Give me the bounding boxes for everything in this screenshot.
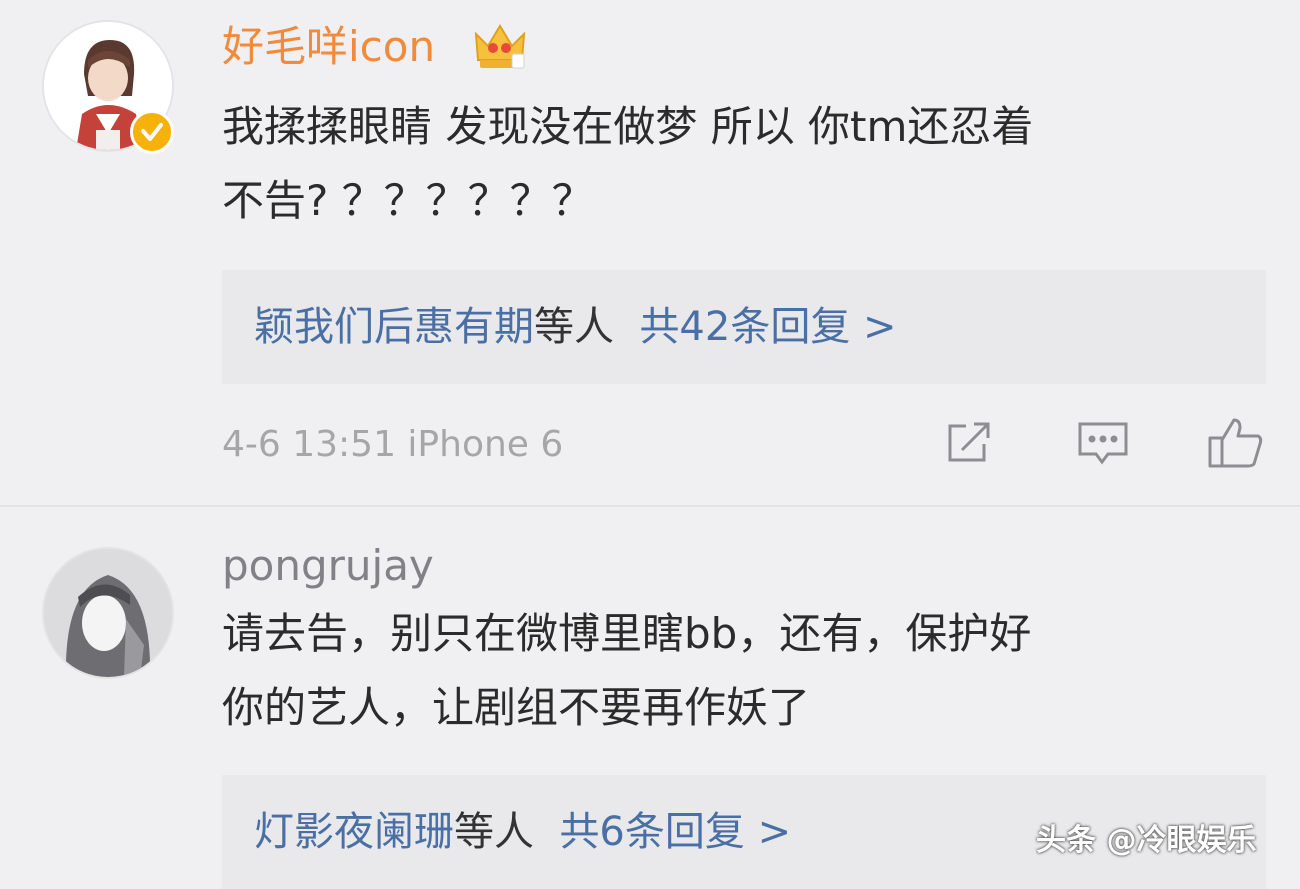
username[interactable]: pongrujay <box>222 539 434 593</box>
comment-text: 我揉揉眼睛 发现没在做梦 所以 你tm还忍着 不告? ？？？？？？ <box>222 90 1262 238</box>
reply-count[interactable]: 共6条回复 > <box>559 809 791 855</box>
username[interactable]: 好毛咩icon <box>222 20 435 74</box>
reply-users[interactable]: 颖我们后惠有期 <box>254 304 534 350</box>
share-icon[interactable] <box>944 416 996 472</box>
comment-text-line: 请去告，别只在微博里瞎bb，还有，保护好 <box>222 609 1032 658</box>
avatar[interactable] <box>42 547 174 679</box>
reply-suffix: 等人 <box>534 304 614 350</box>
verified-badge-icon <box>130 110 174 154</box>
comment-icon[interactable] <box>1076 416 1130 474</box>
replies-link[interactable]: 颖我们后惠有期等人 共42条回复 > <box>222 270 1266 384</box>
comment-text-line: 我揉揉眼睛 发现没在做梦 所以 你tm还忍着 <box>222 102 1034 151</box>
comment-text-line: 你的艺人，让剧组不要再作妖了 <box>222 683 811 732</box>
watermark: 头条 @冷眼娱乐 <box>1036 823 1257 858</box>
reply-users[interactable]: 灯影夜阑珊 <box>254 809 454 855</box>
comment-meta: 4-6 13:51 iPhone 6 <box>222 424 564 465</box>
comment-text-line: 不告? ？？？？？？ <box>222 176 594 225</box>
like-icon[interactable] <box>1206 416 1266 476</box>
reply-suffix: 等人 <box>454 809 534 855</box>
comment-text: 请去告，别只在微博里瞎bb，还有，保护好 你的艺人，让剧组不要再作妖了 <box>222 597 1262 745</box>
reply-count[interactable]: 共42条回复 > <box>639 304 896 350</box>
crown-icon <box>472 20 528 76</box>
comment-item: 好毛咩icon 我揉揉眼睛 发现没在做梦 所以 你tm还忍着 不告? ？？？？？… <box>0 0 1300 505</box>
